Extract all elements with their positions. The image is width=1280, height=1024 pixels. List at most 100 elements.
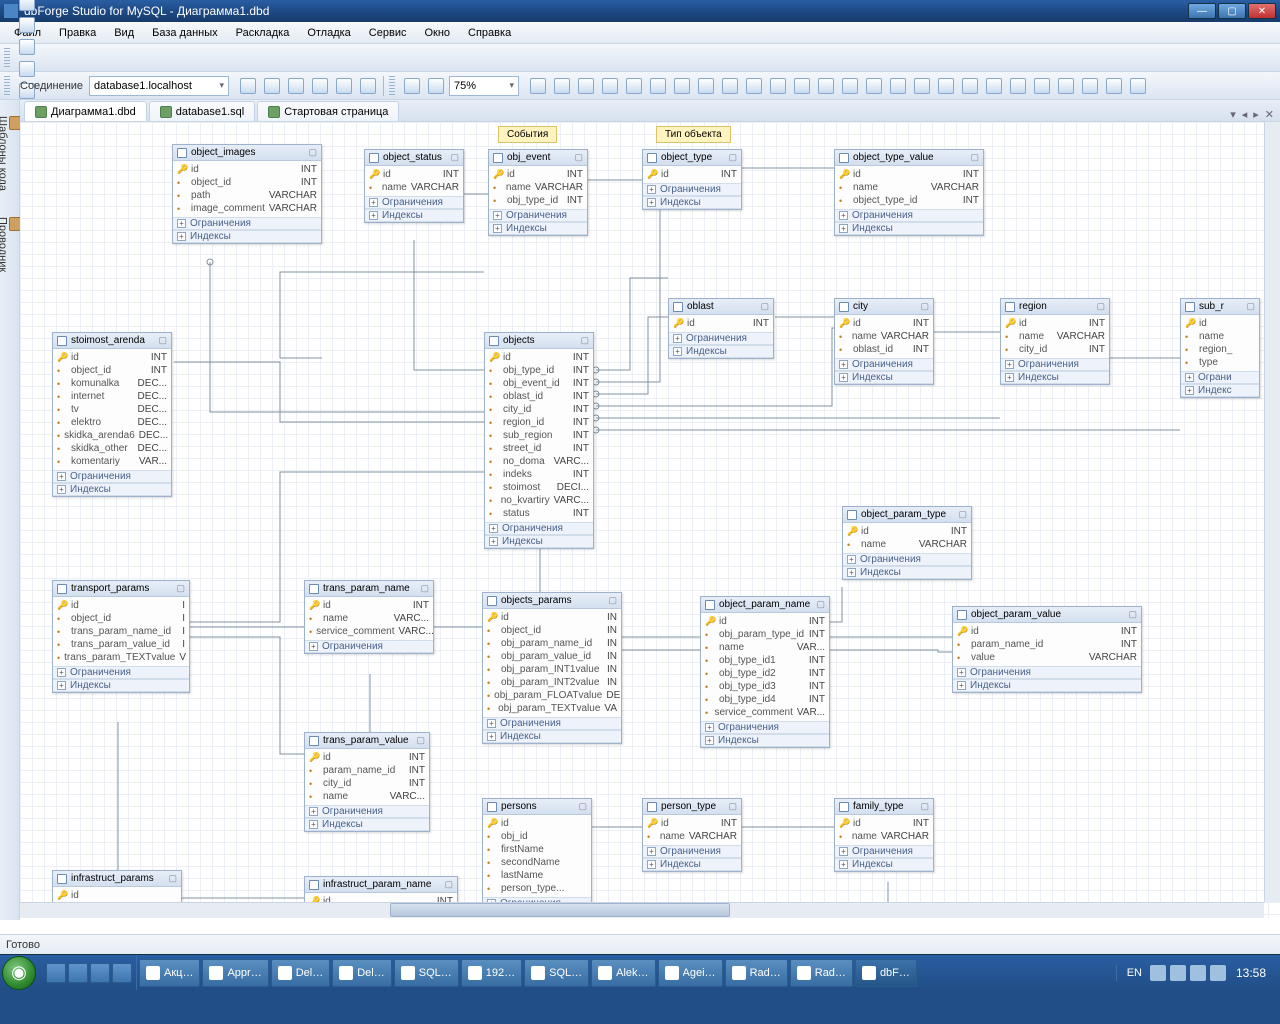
collapse-icon[interactable]: ▢ <box>958 509 967 520</box>
table-objects_params[interactable]: objects_params▢🔑idIN•object_idIN•obj_par… <box>482 592 622 744</box>
tool-btn[interactable] <box>575 75 597 97</box>
collapse-icon[interactable]: ▢ <box>728 801 737 812</box>
table-column[interactable]: •obj_param_INT2valueIN <box>483 676 621 689</box>
tool-btn[interactable] <box>983 75 1005 97</box>
language-indicator[interactable]: EN <box>1123 967 1146 979</box>
table-column[interactable]: •service_commentVAR... <box>701 706 829 719</box>
tool-btn[interactable] <box>767 75 789 97</box>
table-column[interactable]: 🔑idIN <box>483 611 621 624</box>
table-column[interactable]: •object_type_idINT <box>835 194 983 207</box>
table-column[interactable]: •street_idINT <box>485 442 593 455</box>
table-column[interactable]: •komentariyVAR... <box>53 455 171 468</box>
tool-btn[interactable] <box>743 75 765 97</box>
table-object_status[interactable]: object_status▢🔑idINT•nameVARCHAR+Огранич… <box>364 149 464 223</box>
table-column[interactable]: •nameVARCHAR <box>489 181 587 194</box>
table-header[interactable]: oblast▢ <box>669 299 773 315</box>
expand-icon[interactable]: + <box>957 668 966 677</box>
table-header[interactable]: object_images▢ <box>173 145 321 161</box>
expand-icon[interactable]: + <box>647 860 656 869</box>
table-column[interactable]: 🔑idINT <box>485 351 593 364</box>
table-column[interactable]: •nameVARCHAR <box>1001 330 1109 343</box>
collapse-icon[interactable]: ▢ <box>580 335 589 346</box>
table-section[interactable]: +Ограничения <box>669 332 773 345</box>
table-trans_param_name[interactable]: trans_param_name▢🔑idINT•nameVARC...•serv… <box>304 580 434 654</box>
menu-справка[interactable]: Справка <box>460 25 519 41</box>
table-column[interactable]: •obj_param_TEXTvalueVA <box>483 702 621 715</box>
h-scrollbar[interactable] <box>20 902 1264 918</box>
menu-правка[interactable]: Правка <box>51 25 104 41</box>
ql-btn[interactable] <box>68 963 88 983</box>
table-column[interactable]: •nameVARCHAR <box>843 538 971 551</box>
table-column[interactable]: •nameVARCHAR <box>835 181 983 194</box>
table-column[interactable]: •skidka_arenda6DEC... <box>53 429 171 442</box>
tool-btn[interactable] <box>16 14 38 36</box>
menu-раскладка[interactable]: Раскладка <box>228 25 298 41</box>
doc-tab[interactable]: Диаграмма1.dbd <box>24 101 147 121</box>
table-header[interactable]: object_type▢ <box>643 150 741 166</box>
table-header[interactable]: trans_param_value▢ <box>305 733 429 749</box>
tool-btn[interactable] <box>1103 75 1125 97</box>
table-section[interactable]: +Индексы <box>489 222 587 235</box>
table-column[interactable]: •city_idINT <box>305 777 429 790</box>
table-column[interactable]: •nameVARC... <box>305 790 429 803</box>
expand-icon[interactable]: + <box>57 472 66 481</box>
table-section[interactable]: +Индексы <box>835 222 983 235</box>
expand-icon[interactable]: + <box>57 668 66 677</box>
table-section[interactable]: +Индексы <box>953 679 1141 692</box>
collapse-icon[interactable]: ▢ <box>920 301 929 312</box>
expand-icon[interactable]: + <box>647 847 656 856</box>
tool-btn[interactable] <box>401 75 423 97</box>
task-button[interactable]: Del… <box>271 959 331 987</box>
expand-icon[interactable]: + <box>177 219 186 228</box>
expand-icon[interactable]: + <box>673 347 682 356</box>
table-header[interactable]: city▢ <box>835 299 933 315</box>
tool-btn[interactable] <box>309 75 331 97</box>
table-object_param_name[interactable]: object_param_name▢🔑idINT•obj_param_type_… <box>700 596 830 748</box>
menu-сервис[interactable]: Сервис <box>361 25 415 41</box>
table-column[interactable]: •region_idINT <box>485 416 593 429</box>
expand-icon[interactable]: + <box>1185 373 1194 382</box>
collapse-icon[interactable]: ▢ <box>416 735 425 746</box>
table-section[interactable]: +Индексы <box>669 345 773 358</box>
table-section[interactable]: +Ограничения <box>53 666 189 679</box>
ql-btn[interactable] <box>46 963 66 983</box>
tool-btn[interactable] <box>16 36 38 58</box>
table-column[interactable]: •no_domaVARC... <box>485 455 593 468</box>
expand-icon[interactable]: + <box>847 555 856 564</box>
tool-btn[interactable] <box>695 75 717 97</box>
tool-btn[interactable] <box>1031 75 1053 97</box>
table-header[interactable]: object_type_value▢ <box>835 150 983 166</box>
table-section[interactable]: +Ограничения <box>643 183 741 196</box>
doc-tab[interactable]: Стартовая страница <box>257 101 399 121</box>
tool-btn[interactable] <box>959 75 981 97</box>
table-column[interactable]: •object_idI <box>53 612 189 625</box>
expand-icon[interactable]: + <box>839 847 848 856</box>
v-scrollbar[interactable] <box>1264 122 1280 902</box>
table-section[interactable]: +Ограничения <box>701 721 829 734</box>
expand-icon[interactable]: + <box>847 568 856 577</box>
expand-icon[interactable]: + <box>309 642 318 651</box>
table-column[interactable]: 🔑id <box>53 889 181 902</box>
table-persons[interactable]: persons▢🔑id•obj_id•firstName•secondName•… <box>482 798 592 918</box>
table-header[interactable]: family_type▢ <box>835 799 933 815</box>
table-column[interactable]: 🔑idINT <box>835 168 983 181</box>
toolbar-grip[interactable] <box>389 76 395 96</box>
collapse-icon[interactable]: ▢ <box>450 152 459 163</box>
task-button[interactable]: Alek… <box>591 959 655 987</box>
table-stoimost_arenda[interactable]: stoimost_arenda▢🔑idINT•object_idINT•komu… <box>52 332 172 497</box>
expand-icon[interactable]: + <box>957 681 966 690</box>
expand-icon[interactable]: + <box>369 198 378 207</box>
expand-icon[interactable]: + <box>309 807 318 816</box>
table-object_type[interactable]: object_type▢🔑idINT+Ограничения+Индексы <box>642 149 742 210</box>
table-column[interactable]: •object_idINT <box>173 176 321 189</box>
table-column[interactable]: •obj_event_idINT <box>485 377 593 390</box>
table-header[interactable]: infrastruct_params▢ <box>53 871 181 887</box>
expand-icon[interactable]: + <box>489 537 498 546</box>
tool-btn[interactable] <box>333 75 355 97</box>
table-column[interactable]: •param_name_idINT <box>305 764 429 777</box>
table-column[interactable]: 🔑idI <box>53 599 189 612</box>
table-section[interactable]: +Индексы <box>701 734 829 747</box>
tabs-next-icon[interactable]: ▸ <box>1251 108 1261 121</box>
table-oblast[interactable]: oblast▢🔑idINT+Ограничения+Индексы <box>668 298 774 359</box>
tool-btn[interactable] <box>599 75 621 97</box>
